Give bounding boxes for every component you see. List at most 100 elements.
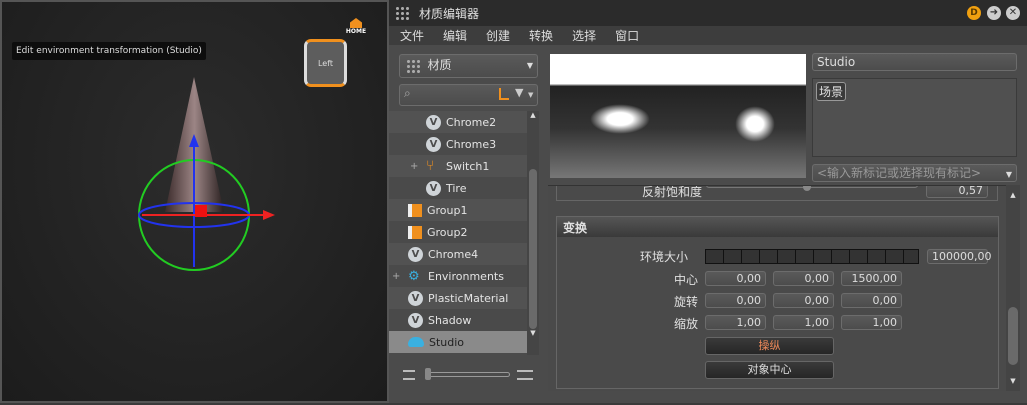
center-y[interactable]: 0,00	[773, 271, 834, 286]
library-dropdown[interactable]: 材质 ▼	[399, 54, 538, 78]
tag-area[interactable]: 场景	[812, 78, 1017, 157]
tree-item[interactable]: V Chrome2	[389, 111, 527, 133]
grid-icon	[395, 6, 409, 20]
scroll-thumb	[1008, 307, 1018, 365]
close-icon[interactable]: ✕	[1006, 6, 1020, 20]
properties-scrollbar[interactable]: ▲ ▼	[1006, 185, 1020, 391]
tree-item-label: Group1	[427, 203, 468, 217]
manipulate-button[interactable]: 操纵	[705, 337, 834, 355]
tag-input-combo[interactable]: <输入新标记或选择现有标记> ▼	[812, 164, 1017, 182]
group-icon	[408, 225, 422, 239]
material-icon: V	[426, 180, 441, 196]
arrow-right-icon[interactable]: ➜	[987, 6, 1001, 20]
x-arrow-icon	[263, 210, 275, 220]
scale-z[interactable]: 1,00	[841, 315, 902, 330]
tag-chip[interactable]: 场景	[816, 82, 847, 101]
tree-item[interactable]: V Chrome3	[389, 133, 527, 155]
expand-icon[interactable]: +	[410, 161, 418, 172]
tree-item[interactable]: V Tire	[389, 177, 527, 199]
saturation-label: 反射饱和度	[641, 185, 702, 199]
tree-item[interactable]: Group1	[389, 199, 527, 221]
material-tree: V Chrome2 V Chrome3 + ⑂ Switch1 V Tire Group1 Grou…	[389, 111, 527, 353]
menu-edit[interactable]: 编辑	[432, 26, 475, 45]
chevron-down-icon: ▼	[526, 61, 533, 70]
window-title: 材质编辑器	[419, 7, 480, 21]
material-icon: V	[408, 246, 423, 262]
menu-convert[interactable]: 转换	[518, 26, 561, 45]
group-icon	[408, 203, 422, 217]
search-box[interactable]: ⌕ ▼ ▼	[399, 84, 538, 106]
tree-item-label: Chrome3	[446, 137, 497, 151]
chevron-down-icon: ▼	[1005, 170, 1012, 179]
tree-item[interactable]: + ⚙ Environments	[389, 265, 527, 287]
tree-item-label: Group2	[427, 225, 468, 239]
menu-bar: 文件 编辑 创建 转换 选择 窗口	[389, 26, 1027, 45]
tree-item-label: PlasticMaterial	[428, 291, 509, 305]
search-input[interactable]	[420, 87, 490, 102]
saturation-value[interactable]: 0,57	[926, 186, 988, 198]
tree-scrollbar[interactable]: ▲ ▼	[527, 111, 539, 355]
env-size-label: 环境大小	[639, 250, 688, 264]
tree-item[interactable]: + ⑂ Switch1	[389, 155, 527, 177]
tree-item-label: Switch1	[446, 159, 490, 173]
filter-icon[interactable]: ▼	[515, 87, 523, 99]
scale-y[interactable]: 1,00	[773, 315, 834, 330]
hierarchy-icon[interactable]	[499, 88, 509, 100]
scale-label: 缩放	[673, 317, 698, 331]
grid-icon	[406, 59, 420, 73]
menu-window[interactable]: 窗口	[604, 26, 647, 45]
center-label: 中心	[673, 273, 698, 287]
center-x[interactable]: 0,00	[705, 271, 766, 286]
center-z[interactable]: 1500,00	[841, 271, 902, 286]
rotation-z[interactable]: 0,00	[841, 293, 902, 308]
d-badge-icon[interactable]: D	[967, 6, 981, 20]
list-view-icon[interactable]	[403, 370, 415, 380]
tree-item[interactable]: Studio	[389, 331, 527, 353]
saturation-slider[interactable]	[706, 186, 918, 191]
material-preview	[550, 54, 806, 178]
properties-area: 反射饱和度 0,57 变换 环境大小 100000,00 中心 0,00 0,0…	[548, 185, 1006, 391]
material-editor-panel: 材质编辑器 D ➜ ✕ 文件 编辑 创建 转换 选择 窗口 材质 ▼ ⌕ ▼ ▼…	[389, 0, 1027, 403]
env-size-slider[interactable]	[705, 249, 919, 264]
scale-x[interactable]: 1,00	[705, 315, 766, 330]
material-icon: V	[426, 114, 441, 130]
section-header[interactable]: 变换	[557, 217, 998, 237]
tag-placeholder: <输入新标记或选择现有标记>	[817, 166, 982, 180]
tree-item[interactable]: V Shadow	[389, 309, 527, 331]
tree-item-label: Environments	[428, 269, 504, 283]
title-bar: 材质编辑器 D ➜ ✕	[389, 0, 1027, 26]
menu-select[interactable]: 选择	[561, 26, 604, 45]
expand-icon[interactable]: +	[392, 271, 400, 282]
rotation-x[interactable]: 0,00	[705, 293, 766, 308]
environment-icon	[408, 337, 424, 347]
material-name-field[interactable]: Studio	[812, 53, 1017, 71]
material-icon: V	[408, 290, 423, 306]
detail-view-icon[interactable]	[517, 370, 533, 380]
material-icon: V	[426, 136, 441, 152]
material-icon: V	[408, 312, 423, 328]
switch-icon: ⑂	[426, 158, 435, 174]
environments-icon: ⚙	[408, 268, 420, 284]
rotation-y[interactable]: 0,00	[773, 293, 834, 308]
object-center-button[interactable]: 对象中心	[705, 361, 834, 379]
menu-file[interactable]: 文件	[389, 26, 432, 45]
tree-item-label: Chrome2	[446, 115, 497, 129]
tree-item[interactable]: Group2	[389, 221, 527, 243]
tree-item[interactable]: V PlasticMaterial	[389, 287, 527, 309]
center-handle	[195, 205, 207, 217]
zoom-slider[interactable]	[425, 368, 510, 380]
tree-item-label: Chrome4	[428, 247, 479, 261]
3d-viewport[interactable]: Edit environment transformation (Studio)…	[0, 0, 389, 403]
env-size-value[interactable]: 100000,00	[927, 249, 992, 264]
library-dropdown-label: 材质	[427, 58, 452, 72]
tree-item-label: Studio	[429, 335, 465, 349]
search-icon: ⌕	[404, 86, 411, 100]
tree-item-label: Shadow	[428, 313, 472, 327]
tree-item-label: Tire	[446, 181, 467, 195]
menu-create[interactable]: 创建	[475, 26, 518, 45]
chevron-down-icon[interactable]: ▼	[528, 89, 533, 101]
tree-item[interactable]: V Chrome4	[389, 243, 527, 265]
transform-gizmo[interactable]	[2, 2, 391, 405]
scroll-thumb	[529, 169, 537, 329]
rotation-label: 旋转	[673, 295, 698, 309]
